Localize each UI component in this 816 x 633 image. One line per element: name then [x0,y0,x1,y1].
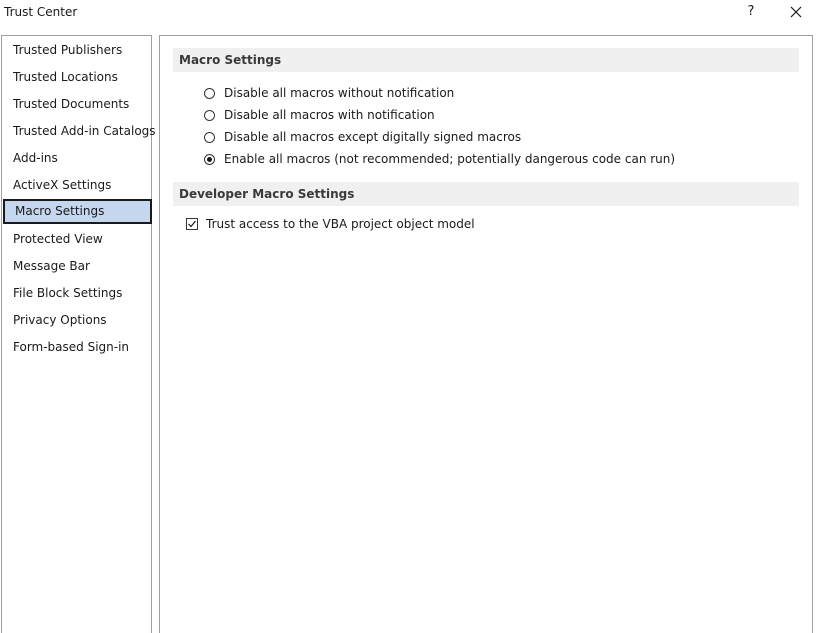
close-button[interactable] [786,2,806,22]
sidebar-item-trusted-add-in-catalogs[interactable]: Trusted Add-in Catalogs [3,119,156,144]
sidebar-item-protected-view[interactable]: Protected View [3,227,152,252]
radio-disable-except-signed[interactable]: Disable all macros except digitally sign… [204,127,521,147]
sidebar-item-trusted-documents[interactable]: Trusted Documents [3,92,152,117]
radio-enable-all-macros[interactable]: Enable all macros (not recommended; pote… [204,149,675,169]
trust-vba-checkbox[interactable] [186,218,198,230]
sidebar-item-file-block-settings[interactable]: File Block Settings [3,281,152,306]
radio-label: Enable all macros (not recommended; pote… [224,152,676,166]
sidebar-item-trusted-publishers[interactable]: Trusted Publishers [3,38,152,63]
close-icon [790,6,802,18]
radio-label: Disable all macros without notification [224,86,455,100]
sidebar-item-form-based-sign-in[interactable]: Form-based Sign-in [3,335,152,360]
radio-disable-with-notification[interactable]: Disable all macros with notification [204,105,435,125]
trust-vba-label: Trust access to the VBA project object m… [206,217,475,231]
radio-button[interactable] [204,131,215,143]
radio-disable-without-notification[interactable]: Disable all macros without notification [204,83,454,103]
macro-settings-header: Macro Settings [173,48,799,72]
title-bar: Trust Center ? [0,0,816,26]
checkmark-icon [188,220,196,228]
sidebar-nav: Trusted Publishers Trusted Locations Tru… [1,35,156,633]
sidebar-item-macro-settings[interactable]: Macro Settings [3,199,152,224]
sidebar-item-privacy-options[interactable]: Privacy Options [3,308,152,333]
sidebar-item-activex-settings[interactable]: ActiveX Settings [3,173,152,198]
radio-label: Disable all macros except digitally sign… [224,130,522,144]
sidebar-item-add-ins[interactable]: Add-ins [3,146,152,171]
sidebar-item-message-bar[interactable]: Message Bar [3,254,152,279]
radio-button-selected[interactable] [204,153,215,165]
radio-button[interactable] [204,109,215,121]
developer-macro-settings-header: Developer Macro Settings [173,182,799,206]
trust-vba-access-option[interactable]: Trust access to the VBA project object m… [186,214,475,234]
radio-label: Disable all macros with notification [224,108,435,122]
window-title: Trust Center [4,5,78,19]
content-panel: Macro Settings Disable all macros withou… [159,35,813,633]
radio-button[interactable] [204,87,215,99]
sidebar-item-trusted-locations[interactable]: Trusted Locations [3,65,152,90]
help-button[interactable]: ? [744,2,758,22]
